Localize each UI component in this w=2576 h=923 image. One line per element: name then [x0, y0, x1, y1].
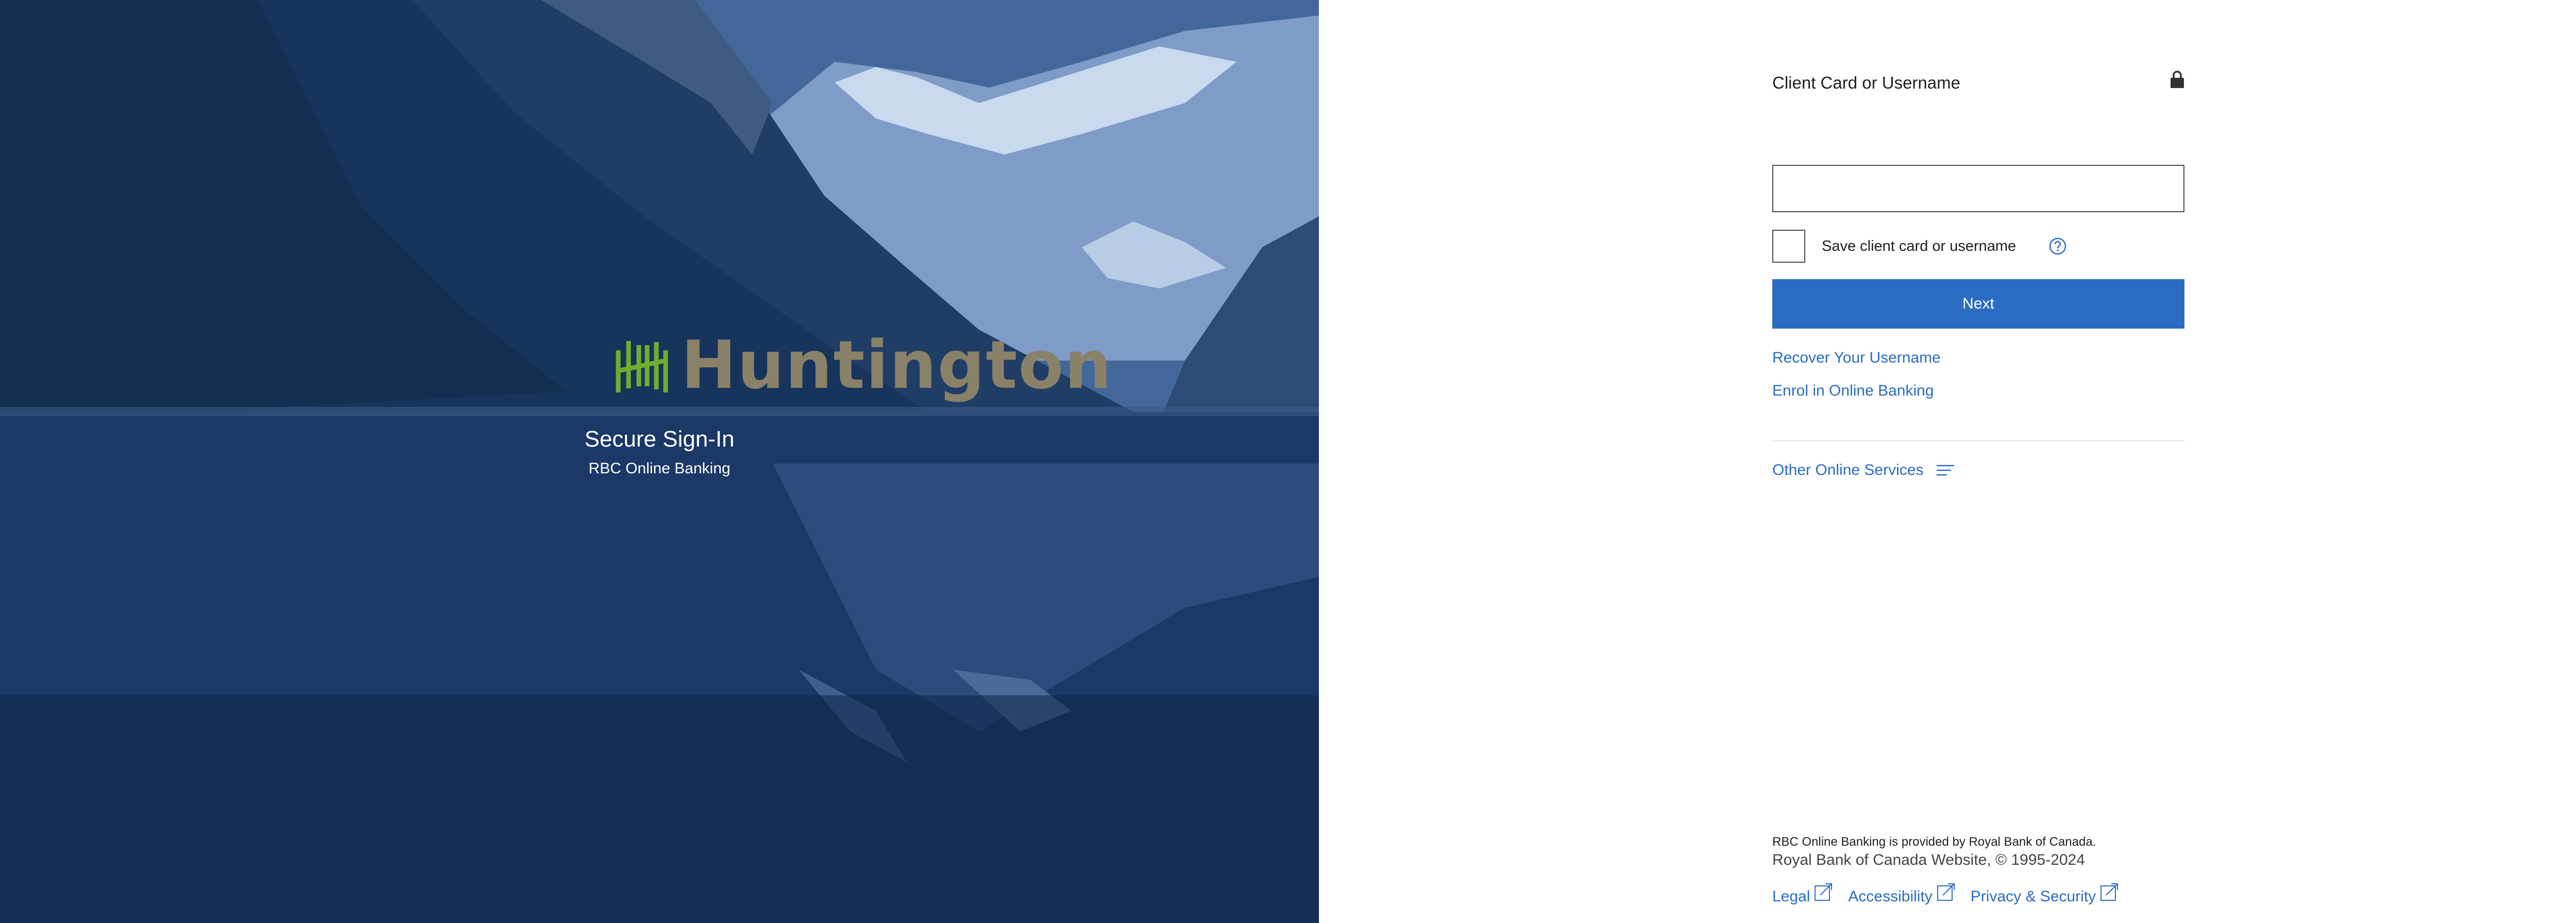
external-link-icon — [2100, 883, 2119, 901]
save-username-checkbox[interactable] — [1772, 230, 1805, 263]
sign-in-panel: Client Card or Username Save client card… — [1319, 0, 2576, 923]
legal-link[interactable]: Legal — [1772, 883, 1833, 905]
divider — [1772, 440, 2184, 441]
sign-in-form: Client Card or Username Save client card… — [1772, 62, 2184, 478]
copyright-text: Royal Bank of Canada Website, © 1995-202… — [1772, 851, 2085, 868]
hero-title: Secure Sign-In — [584, 426, 735, 452]
brand-wordmark: Huntington — [681, 327, 1113, 404]
accessibility-link-label: Accessibility — [1848, 888, 1933, 905]
save-username-label[interactable]: Save client card or username — [1822, 238, 2016, 255]
legal-link-label: Legal — [1772, 888, 1810, 905]
help-icon[interactable] — [2048, 237, 2067, 255]
hero-panel: Huntington Secure Sign-In RBC Online Ban… — [0, 0, 1319, 923]
footer-links: Legal Accessibility Privacy & Security — [1772, 883, 2119, 905]
other-online-services-button[interactable]: Other Online Services — [1772, 462, 1955, 479]
client-card-input[interactable] — [1772, 165, 2184, 212]
recover-username-link[interactable]: Recover Your Username — [1772, 349, 1941, 367]
huntington-mark-icon — [616, 341, 668, 392]
lock-icon — [2171, 71, 2184, 88]
next-button[interactable]: Next — [1772, 279, 2184, 329]
menu-lines-icon — [1937, 465, 1955, 476]
accessibility-link[interactable]: Accessibility — [1848, 883, 1955, 905]
save-username-row: Save client card or username — [1772, 230, 2184, 263]
huntington-logo: Huntington — [613, 327, 1113, 404]
other-online-services-label: Other Online Services — [1772, 462, 1924, 478]
client-card-label: Client Card or Username — [1772, 73, 1960, 92]
provided-by-text: RBC Online Banking is provided by Royal … — [1772, 835, 2096, 849]
hero-subtitle: RBC Online Banking — [588, 460, 731, 477]
enrol-online-banking-link[interactable]: Enrol in Online Banking — [1772, 382, 1934, 400]
field-label-row: Client Card or Username — [1772, 62, 2184, 93]
external-link-icon — [1815, 883, 1833, 901]
privacy-security-link-label: Privacy & Security — [1970, 888, 2096, 905]
external-link-icon — [1937, 883, 1955, 901]
privacy-security-link[interactable]: Privacy & Security — [1970, 883, 2119, 905]
